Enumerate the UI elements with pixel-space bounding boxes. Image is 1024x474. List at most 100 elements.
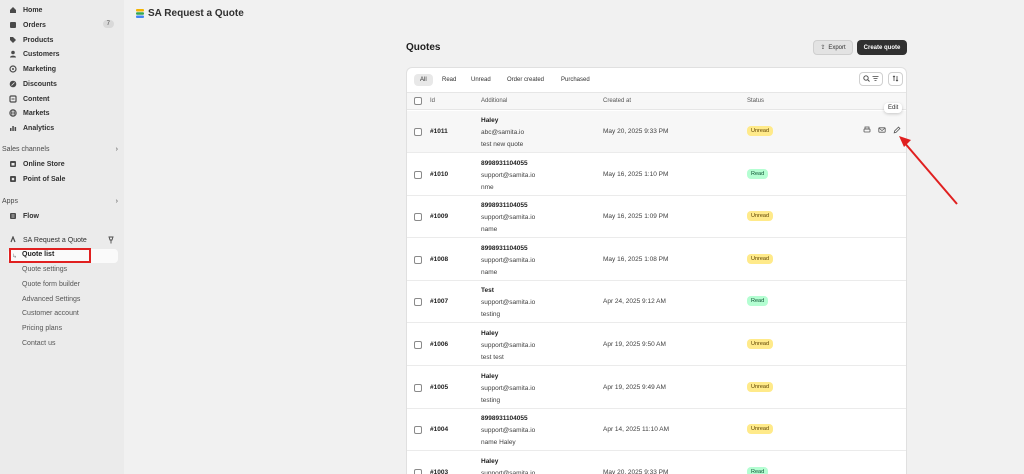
tab-read[interactable]: Read <box>436 74 462 86</box>
highlight-box <box>9 248 91 263</box>
quote-id[interactable]: #1009 <box>430 213 448 220</box>
sidebar-item-orders[interactable]: Orders 7 <box>4 18 118 32</box>
customer-name: 8998931104055 <box>481 159 528 167</box>
col-status: Status <box>747 98 765 104</box>
row-checkbox[interactable] <box>414 341 422 349</box>
sidebar-sub-advanced-settings[interactable]: Advanced Settings <box>22 296 80 303</box>
customer-email: support@samita.io <box>481 427 536 435</box>
status-badge: Unread <box>747 424 774 435</box>
quote-note: nme <box>481 183 494 191</box>
tab-all[interactable]: All <box>414 74 433 86</box>
sidebar-sub-quote-settings[interactable]: Quote settings <box>22 266 67 273</box>
quote-id[interactable]: #1003 <box>430 469 448 474</box>
sort-icon <box>892 74 899 84</box>
table-row[interactable]: #1009 8998931104055 support@samita.io name M… <box>407 196 906 239</box>
table-row[interactable]: #1006 Haley support@samita.io test test Apr … <box>407 324 906 366</box>
row-checkbox[interactable] <box>414 468 422 474</box>
sidebar-item-online-store[interactable]: Online Store <box>4 157 118 171</box>
customer-email: support@samita.io <box>481 299 536 307</box>
table-row[interactable]: #1004 8998931104055 support@samita.io name … <box>407 409 906 452</box>
sidebar-item-point-of-sale[interactable]: Point of Sale <box>4 172 118 186</box>
sidebar-item-customers[interactable]: Customers <box>4 47 118 61</box>
quote-id[interactable]: #1005 <box>430 384 448 391</box>
globe-icon <box>6 109 20 117</box>
sidebar-item-analytics[interactable]: Analytics <box>4 121 118 135</box>
status-badge: Unread <box>747 339 774 349</box>
quote-note: test new quote <box>481 141 524 148</box>
quote-id[interactable]: #1010 <box>430 171 448 178</box>
row-checkbox[interactable] <box>414 298 422 307</box>
quote-id[interactable]: #1004 <box>430 426 448 433</box>
created-at: Apr 24, 2025 9:12 AM <box>603 298 666 306</box>
chart-icon <box>6 124 20 132</box>
sidebar-sub-contact-us[interactable]: Contact us <box>22 340 55 347</box>
flow-icon <box>6 212 20 220</box>
table-row[interactable]: #1005 Haley support@samita.io testing Apr 19… <box>407 366 906 409</box>
sidebar-item-products[interactable]: Products <box>4 33 118 47</box>
table-row[interactable]: #1011 Haley abc@samita.io test new quote May… <box>407 111 906 153</box>
customer-name: 8998931104055 <box>481 415 528 423</box>
filter-tabs: All Read Unread Order created Purchased <box>407 68 906 92</box>
table-row[interactable]: #1003 Haley support@samita.io May 20, 2025 … <box>407 451 906 474</box>
email-icon[interactable] <box>877 125 886 134</box>
row-checkbox[interactable] <box>414 170 422 179</box>
sa-logo-icon <box>136 9 144 18</box>
sidebar-sub-pricing-plans[interactable]: Pricing plans <box>22 325 62 332</box>
col-created-at[interactable]: Created at <box>603 98 631 104</box>
search-filter-button[interactable] <box>859 72 883 86</box>
quote-id[interactable]: #1008 <box>430 256 448 263</box>
tab-order-created[interactable]: Order created <box>501 74 550 86</box>
sales-channels-heading[interactable]: Sales channels › <box>2 146 118 153</box>
row-checkbox[interactable] <box>414 383 422 392</box>
quote-note: name Haley <box>481 439 516 447</box>
create-quote-button[interactable]: Create quote <box>857 40 907 55</box>
col-additional: Additional <box>481 98 508 104</box>
created-at: May 20, 2025 9:33 PM <box>603 128 669 135</box>
apps-heading[interactable]: Apps › <box>2 198 118 205</box>
customer-name: 8998931104055 <box>481 244 528 252</box>
sort-button[interactable] <box>888 72 903 86</box>
created-at: May 16, 2025 1:10 PM <box>603 170 669 178</box>
pin-icon[interactable] <box>108 236 114 246</box>
sidebar-item-markets[interactable]: Markets <box>4 106 118 120</box>
orders-count-badge: 7 <box>102 20 114 28</box>
created-at: May 20, 2025 9:33 PM <box>603 468 669 474</box>
table-row[interactable]: #1010 8998931104055 support@samita.io nme Ma… <box>407 153 906 196</box>
status-badge: Read <box>747 296 769 307</box>
col-id[interactable]: Id <box>430 98 435 104</box>
sidebar-item-content[interactable]: Content <box>4 92 118 106</box>
customer-email: abc@samita.io <box>481 129 525 136</box>
sidebar-item-home[interactable]: Home <box>4 3 118 17</box>
quote-id[interactable]: #1007 <box>430 298 448 305</box>
customer-name: 8998931104055 <box>481 202 528 210</box>
customer-name: Haley <box>481 330 499 337</box>
sidebar-item-marketing[interactable]: Marketing <box>4 62 118 76</box>
home-icon <box>6 6 20 14</box>
customer-name: Test <box>481 287 494 295</box>
sidebar-item-flow[interactable]: Flow <box>4 209 118 223</box>
export-button[interactable]: ⇪ Export <box>813 40 853 55</box>
tab-purchased[interactable]: Purchased <box>555 74 596 86</box>
edit-icon[interactable] <box>892 125 901 134</box>
export-icon: ⇪ <box>820 45 826 51</box>
quote-note: testing <box>481 396 501 404</box>
row-checkbox[interactable] <box>414 213 422 222</box>
row-checkbox[interactable] <box>414 255 422 264</box>
sidebar-item-sa-request-a-quote[interactable]: SA Request a Quote <box>4 233 118 247</box>
sidebar-sub-quote-form-builder[interactable]: Quote form builder <box>22 281 80 288</box>
table-row[interactable]: #1008 8998931104055 support@samita.io name M… <box>407 238 906 281</box>
print-icon[interactable] <box>862 125 871 134</box>
customer-email: support@samita.io <box>481 384 536 392</box>
created-at: Apr 19, 2025 9:50 AM <box>603 341 666 348</box>
row-checkbox[interactable] <box>414 426 422 435</box>
sidebar-item-discounts[interactable]: Discounts <box>4 77 118 91</box>
select-all-checkbox[interactable] <box>414 97 422 105</box>
quote-id[interactable]: #1011 <box>430 128 448 135</box>
quote-id[interactable]: #1006 <box>430 341 448 348</box>
sidebar-sub-customer-account[interactable]: Customer account <box>22 310 79 317</box>
row-checkbox[interactable] <box>414 128 422 136</box>
status-badge: Unread <box>747 253 774 264</box>
table-row[interactable]: #1007 Test support@samita.io testing Apr 24,… <box>407 281 906 324</box>
tab-unread[interactable]: Unread <box>465 74 497 86</box>
quote-note: test test <box>481 354 504 361</box>
